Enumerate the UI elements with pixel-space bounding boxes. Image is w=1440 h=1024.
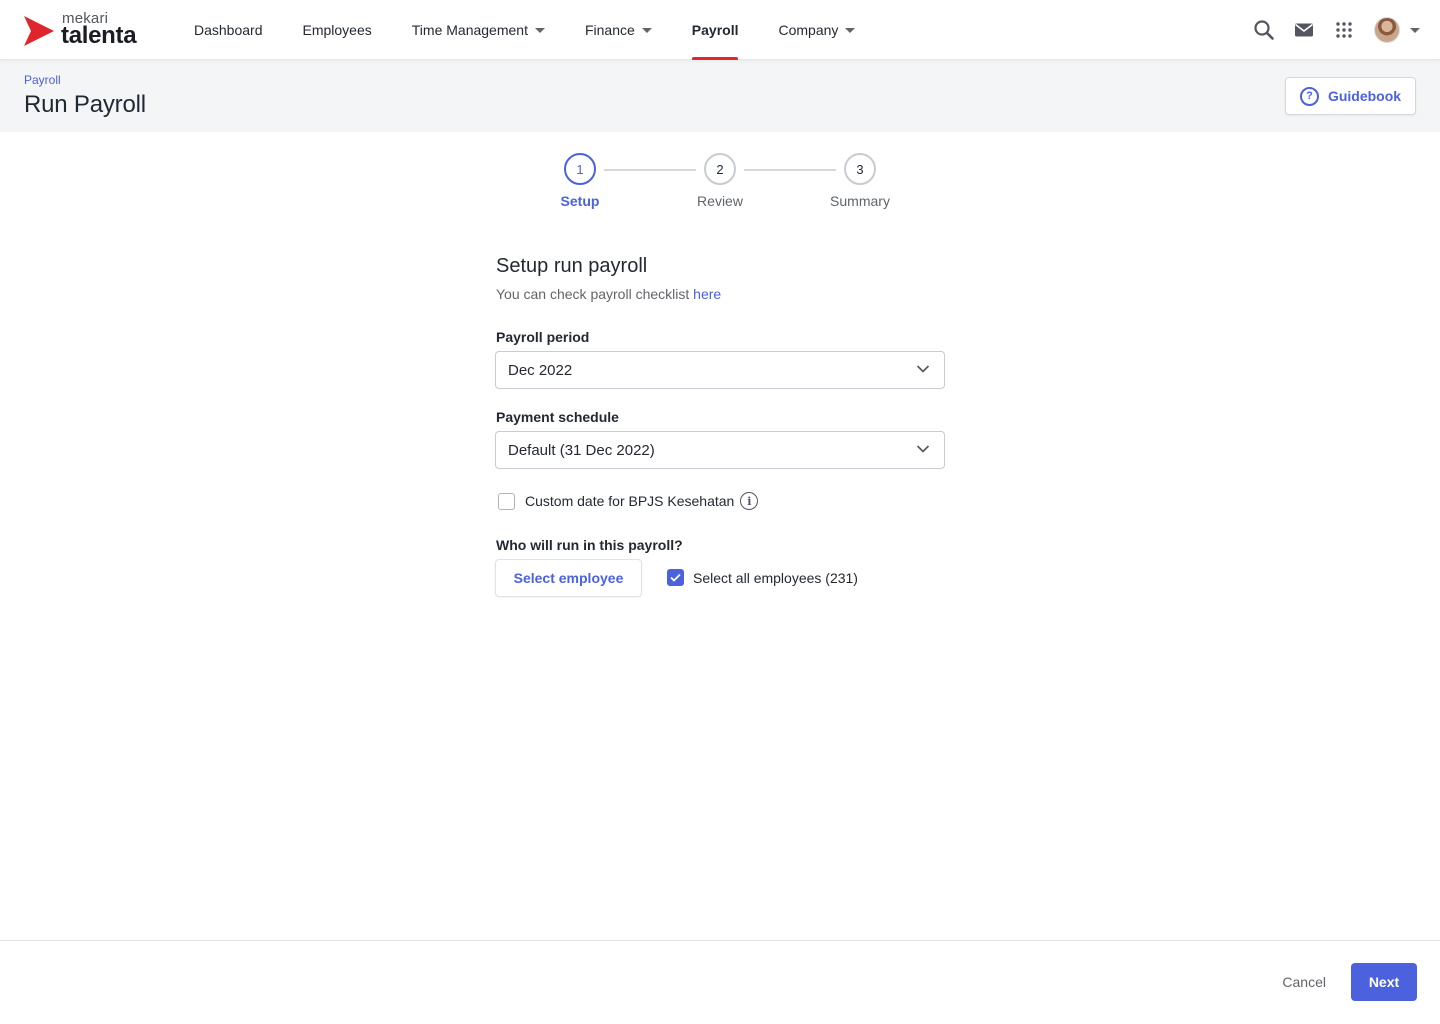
form-title: Setup run payroll	[496, 255, 648, 277]
top-navbar: mekari talenta Dashboard Employees Time …	[0, 0, 1440, 60]
next-label: Next	[1368, 974, 1400, 990]
search-icon[interactable]	[1252, 18, 1276, 42]
custom-date-checkbox[interactable]	[498, 492, 515, 510]
talenta-logo-icon	[24, 16, 54, 46]
guidebook-label: Guidebook	[1327, 88, 1402, 104]
nav-item-dashboard[interactable]: Dashboard	[176, 0, 281, 60]
checklist-link[interactable]: here	[693, 286, 721, 302]
step-label: Review	[697, 193, 743, 209]
payment-schedule-value: Default (31 Dec 2022)	[508, 441, 655, 459]
step-number: 3	[844, 153, 876, 185]
nav-item-finance[interactable]: Finance	[567, 0, 670, 60]
question-circle-icon: ?	[1299, 86, 1319, 106]
nav-item-time-management[interactable]: Time Management	[394, 0, 563, 60]
nav-item-company[interactable]: Company	[760, 0, 873, 60]
cancel-label: Cancel	[1282, 974, 1326, 990]
select-all-checkbox[interactable]	[667, 569, 684, 586]
nav-item-label: Payroll	[691, 22, 739, 38]
nav-right-actions	[1236, 0, 1420, 60]
nav-item-label: Company	[778, 22, 839, 38]
main-nav: Dashboard Employees Time Management Fina…	[176, 0, 877, 60]
caret-down-icon	[845, 27, 856, 33]
nav-item-label: Employees	[302, 22, 372, 38]
payment-schedule-select[interactable]: Default (31 Dec 2022)	[495, 431, 945, 469]
form-subtitle-text: You can check payroll checklist	[496, 286, 694, 302]
nav-item-label: Dashboard	[194, 22, 263, 38]
next-button[interactable]: Next	[1351, 963, 1417, 1001]
chevron-down-icon	[916, 445, 930, 453]
form-subtitle: You can check payroll checklist here	[496, 286, 721, 302]
info-icon[interactable]: i	[740, 492, 759, 510]
select-all-row: Select all employees (231)	[667, 569, 858, 586]
guidebook-button[interactable]: ? Guidebook	[1285, 77, 1416, 115]
checkmark-icon	[670, 573, 681, 582]
chevron-down-icon[interactable]	[1410, 27, 1420, 33]
caret-down-icon	[534, 27, 545, 33]
step-setup: 1 Setup	[540, 153, 620, 209]
custom-date-label: Custom date for BPJS Kesehatan	[525, 493, 735, 509]
payroll-period-select[interactable]: Dec 2022	[495, 351, 945, 389]
chevron-down-icon	[916, 365, 930, 373]
select-employee-button[interactable]: Select employee	[495, 559, 642, 597]
stepper: 1 Setup 2 Review 3 Summary	[540, 153, 900, 213]
nav-item-label: Finance	[584, 22, 635, 38]
mail-icon[interactable]	[1292, 18, 1316, 42]
talenta-logo[interactable]: mekari talenta	[22, 10, 152, 50]
select-employee-label: Select employee	[513, 570, 624, 586]
step-label: Summary	[830, 193, 890, 209]
page-header: Payroll Run Payroll ? Guidebook	[0, 60, 1440, 132]
avatar[interactable]	[1374, 17, 1400, 43]
breadcrumb[interactable]: Payroll	[24, 73, 61, 87]
brand-name: talenta	[61, 22, 137, 49]
step-label: Setup	[560, 193, 600, 209]
step-number: 1	[564, 153, 596, 185]
custom-date-row: Custom date for BPJS Kesehatan i	[498, 492, 759, 510]
who-run-label: Who will run in this payroll?	[496, 537, 683, 553]
payroll-period-label: Payroll period	[496, 329, 590, 345]
nav-item-employees[interactable]: Employees	[285, 0, 390, 60]
page-title: Run Payroll	[24, 91, 146, 118]
payroll-period-value: Dec 2022	[508, 361, 573, 379]
step-summary: 3 Summary	[820, 153, 900, 209]
caret-down-icon	[641, 27, 652, 33]
step-review: 2 Review	[680, 153, 760, 209]
payment-schedule-label: Payment schedule	[496, 409, 619, 425]
nav-item-label: Time Management	[411, 22, 528, 38]
nav-item-payroll[interactable]: Payroll	[674, 0, 757, 60]
apps-grid-icon[interactable]	[1332, 18, 1356, 42]
step-number: 2	[704, 153, 736, 185]
footer-bar: Cancel Next	[0, 940, 1440, 1024]
cancel-button[interactable]: Cancel	[1280, 963, 1328, 1001]
select-all-label: Select all employees (231)	[693, 569, 858, 586]
